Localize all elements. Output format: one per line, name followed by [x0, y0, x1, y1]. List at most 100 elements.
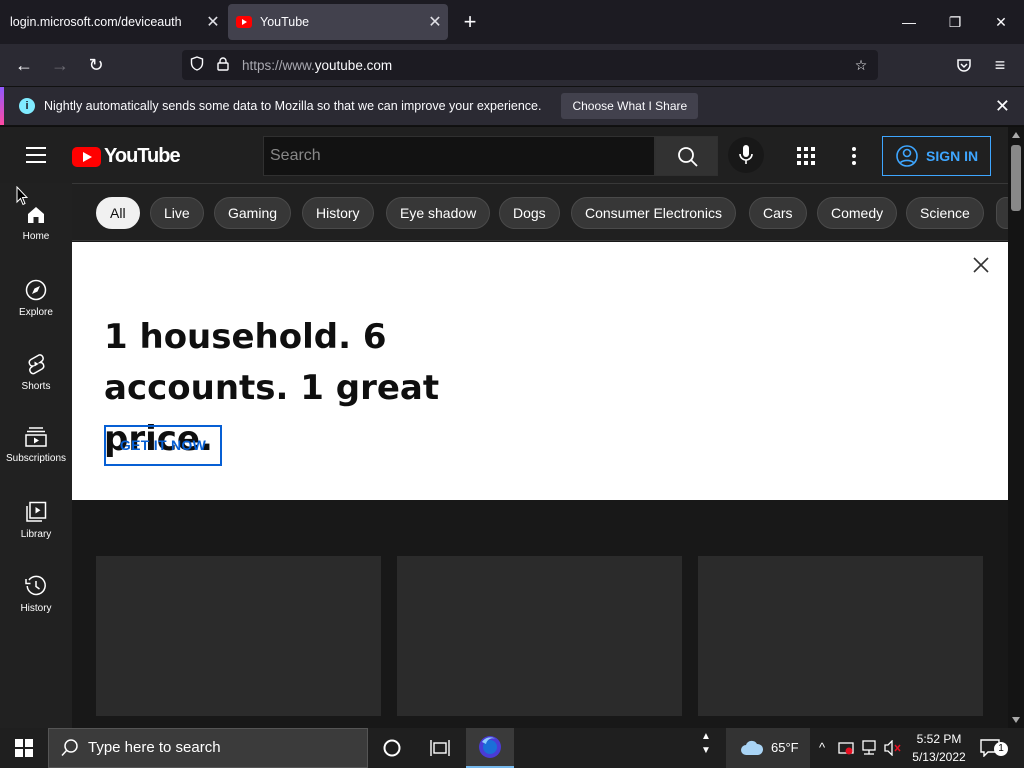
cortana-circle-icon [383, 739, 401, 757]
guide-label: Explore [19, 307, 53, 318]
cloud-icon [741, 740, 764, 755]
close-tab-icon[interactable]: ✕ [422, 12, 448, 32]
shield-icon[interactable] [184, 56, 210, 74]
get-it-now-button[interactable]: GET IT NOW [104, 425, 222, 466]
library-icon [26, 501, 47, 522]
guide-sidebar: Home Explore Shorts Subscriptions Librar… [0, 183, 72, 728]
hamburger-menu-icon[interactable] [26, 147, 46, 163]
taskbar-search-box[interactable]: Type here to search [48, 728, 368, 768]
chip-all[interactable]: All [96, 197, 140, 229]
youtube-favicon-icon [236, 16, 252, 28]
start-button[interactable] [0, 728, 48, 768]
video-thumbnail-placeholder[interactable] [96, 556, 381, 716]
guide-label: History [20, 603, 52, 614]
weather-widget[interactable]: 65°F [726, 728, 810, 768]
close-banner-icon[interactable] [972, 256, 990, 274]
info-icon: i [19, 98, 35, 114]
clock-date: 5/13/2022 [912, 750, 966, 764]
task-view-button[interactable] [416, 728, 464, 768]
guide-item-subscriptions[interactable]: Subscriptions [0, 415, 72, 489]
microphone-icon [739, 145, 753, 164]
forward-button[interactable]: → [45, 50, 75, 80]
chip-cars[interactable]: Cars [749, 197, 807, 229]
chip-live[interactable]: Live [150, 197, 204, 229]
reload-button[interactable]: ↻ [81, 50, 111, 80]
show-hidden-icons-icon[interactable]: ^ [814, 728, 830, 768]
cortana-button[interactable] [368, 728, 416, 768]
task-view-icon [430, 740, 450, 756]
guide-item-history[interactable]: History [0, 563, 72, 637]
sign-in-button[interactable]: SIGN IN [882, 136, 991, 176]
youtube-logo[interactable]: YouTube [72, 145, 181, 168]
guide-item-library[interactable]: Library [0, 489, 72, 563]
windows-taskbar: Type here to search ▲ ▼ 65°F ^ 5:52 PM 5/… [0, 728, 1024, 768]
subscriptions-icon [25, 427, 47, 447]
scroll-thumb[interactable] [1011, 145, 1021, 211]
youtube-logo-text: YouTube [104, 145, 181, 167]
guide-label: Library [20, 529, 52, 540]
close-tab-icon[interactable]: ✕ [200, 12, 226, 32]
video-thumbnail-placeholder[interactable] [397, 556, 682, 716]
bookmark-star-icon[interactable]: ☆ [848, 57, 874, 74]
search-icon [61, 739, 78, 757]
firefox-nightly-icon [479, 736, 501, 758]
url-text: https://www.youtube.com [242, 57, 393, 73]
firefox-nightly-taskbar-button[interactable] [466, 728, 514, 768]
chip-consumer-electronics[interactable]: Consumer Electronics [571, 197, 736, 229]
page-scrollbar[interactable] [1008, 127, 1024, 728]
tab-youtube[interactable]: YouTube ✕ [228, 4, 448, 40]
chip-history[interactable]: History [302, 197, 374, 229]
guide-item-explore[interactable]: Explore [0, 267, 72, 341]
action-center-button[interactable]: 1 [980, 728, 1010, 768]
guide-label: Home [22, 231, 50, 242]
new-tab-button[interactable]: + [456, 8, 484, 36]
close-notification-icon[interactable]: ✕ [995, 96, 1010, 117]
sign-in-label: SIGN IN [926, 148, 979, 164]
chip-dogs[interactable]: Dogs [499, 197, 560, 229]
minimize-button[interactable]: — [886, 0, 932, 44]
scroll-down-arrow-icon[interactable] [1012, 717, 1020, 723]
guide-item-home[interactable]: Home [0, 193, 72, 267]
notification-count-badge: 1 [994, 742, 1008, 756]
tab-deviceauth[interactable]: login.microsoft.com/deviceauth ✕ [0, 4, 226, 40]
more-options-icon[interactable] [844, 146, 864, 166]
back-button[interactable]: ← [9, 50, 39, 80]
chip-gaming[interactable]: Gaming [214, 197, 292, 229]
compass-icon [25, 279, 47, 301]
chip-comedy[interactable]: Comedy [817, 197, 898, 229]
choose-what-i-share-button[interactable]: Choose What I Share [561, 93, 699, 119]
browser-tab-bar: login.microsoft.com/deviceauth ✕ YouTube… [0, 0, 1024, 44]
notification-bar: i Nightly automatically sends some data … [0, 86, 1024, 126]
taskbar-scroll-arrows[interactable]: ▲ ▼ [698, 728, 714, 768]
shorts-icon [28, 354, 45, 375]
restore-button[interactable]: ❐ [932, 0, 978, 44]
volume-muted-icon[interactable] [884, 728, 904, 768]
system-clock[interactable]: 5:52 PM 5/13/2022 [902, 730, 976, 766]
search-input[interactable]: Search [263, 136, 655, 176]
voice-search-button[interactable] [728, 137, 764, 173]
guide-item-shorts[interactable]: Shorts [0, 341, 72, 415]
pocket-icon[interactable] [949, 50, 979, 80]
scroll-up-arrow-icon[interactable] [1012, 132, 1020, 138]
security-icon[interactable] [838, 728, 856, 768]
clock-time: 5:52 PM [916, 732, 962, 746]
history-icon [25, 575, 46, 596]
chip-partial[interactable] [996, 197, 1008, 229]
promo-banner: 1 household. 6 accounts. 1 great price. … [72, 242, 1008, 500]
search-button[interactable] [655, 136, 718, 176]
notification-text: Nightly automatically sends some data to… [44, 99, 542, 113]
menu-icon[interactable]: ≡ [985, 50, 1015, 80]
search-icon [678, 147, 698, 167]
apps-grid-icon[interactable] [796, 146, 816, 166]
video-thumbnail-placeholder[interactable] [698, 556, 983, 716]
network-icon[interactable] [860, 728, 880, 768]
close-window-button[interactable]: ✕ [978, 0, 1024, 44]
lock-icon[interactable] [210, 56, 236, 74]
chip-science[interactable]: Science [906, 197, 984, 229]
address-bar[interactable]: https://www.youtube.com ☆ [182, 50, 878, 80]
chip-eye-shadow[interactable]: Eye shadow [386, 197, 491, 229]
browser-nav-bar: ← → ↻ https://www.youtube.com ☆ ≡ [0, 44, 1024, 86]
home-icon [28, 207, 44, 223]
guide-label: Subscriptions [5, 453, 67, 464]
youtube-header: YouTube Search SIGN IN [0, 127, 1008, 183]
